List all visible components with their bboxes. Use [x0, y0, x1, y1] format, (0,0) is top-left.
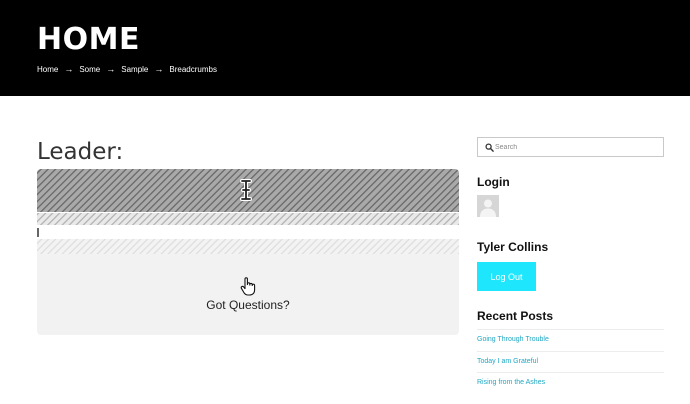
breadcrumb-separator: → [64, 64, 74, 74]
breadcrumb-separator: → [154, 64, 164, 74]
page-header: HOME Home → Some → Sample → Breadcrumbs [0, 0, 690, 96]
recent-posts-list: Going Through Trouble Today I am Gratefu… [477, 329, 664, 394]
recent-posts-heading: Recent Posts [477, 309, 554, 323]
post-link[interactable]: Today I am Grateful [477, 358, 538, 365]
search-box[interactable] [477, 137, 664, 157]
post-link[interactable]: Going Through Trouble [477, 336, 549, 343]
user-name: Tyler Collins [477, 240, 549, 254]
breadcrumb-some[interactable]: Some [79, 65, 100, 74]
breadcrumb: Home → Some → Sample → Breadcrumbs [37, 64, 217, 75]
leader-placeholder-block[interactable] [37, 169, 459, 212]
leader-heading: Leader: [37, 139, 124, 165]
page-title: HOME [37, 22, 140, 57]
got-questions-panel[interactable]: Got Questions? [37, 254, 459, 335]
post-link[interactable]: Rising from the Ashes [477, 379, 545, 386]
list-item: Rising from the Ashes [477, 372, 664, 394]
text-caret [37, 228, 39, 237]
breadcrumb-home[interactable]: Home [37, 65, 58, 74]
avatar-placeholder-icon [477, 195, 499, 217]
log-out-button[interactable]: Log Out [477, 262, 536, 291]
login-heading: Login [477, 175, 510, 189]
breadcrumb-current: Breadcrumbs [169, 65, 217, 74]
breadcrumb-sample[interactable]: Sample [121, 65, 148, 74]
hand-pointer-icon [240, 277, 256, 296]
avatar [477, 195, 499, 217]
list-item: Today I am Grateful [477, 350, 664, 373]
placeholder-strip [37, 239, 459, 254]
text-cursor-icon [240, 179, 252, 201]
breadcrumb-separator: → [106, 64, 116, 74]
list-item: Going Through Trouble [477, 329, 664, 351]
placeholder-strip [37, 213, 459, 225]
search-icon [485, 143, 494, 152]
got-questions-label: Got Questions? [206, 298, 290, 312]
search-input[interactable] [495, 139, 660, 155]
